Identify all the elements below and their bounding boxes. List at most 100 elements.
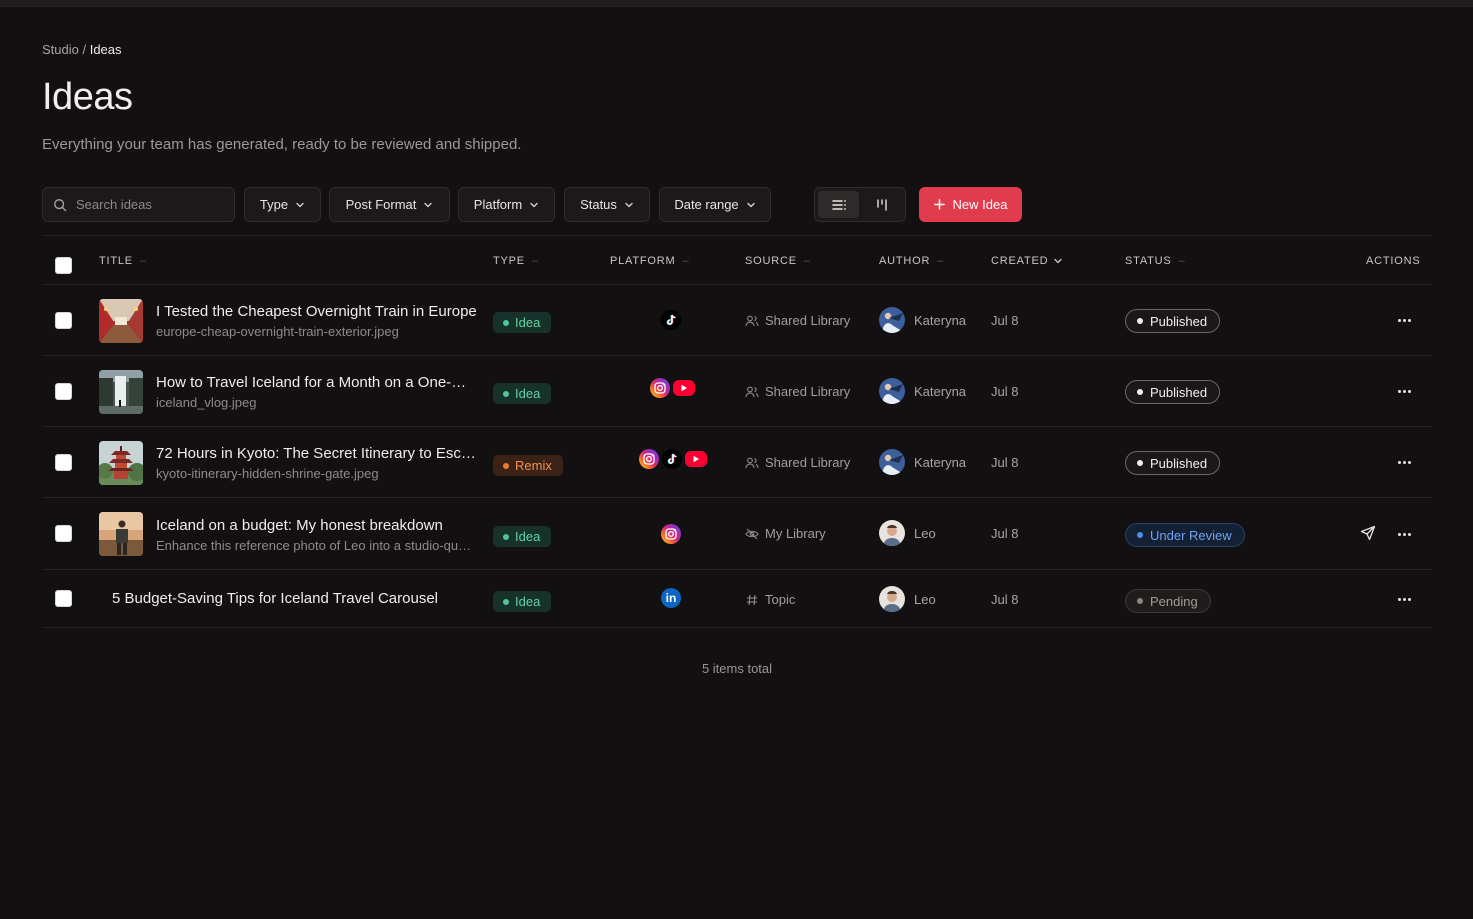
column-created-label: CREATED xyxy=(991,255,1049,267)
status-badge: Published xyxy=(1125,380,1221,404)
thumbnail-waterfall xyxy=(99,370,143,414)
type-badge-label: Idea xyxy=(515,386,541,401)
breadcrumb: Studio / Ideas xyxy=(42,42,122,57)
column-type[interactable]: TYPE – xyxy=(493,236,539,286)
chevron-down-icon xyxy=(296,202,304,207)
filter-post-format-button[interactable]: Post Format xyxy=(329,187,450,222)
filter-type-label: Type xyxy=(259,197,289,212)
badge-dot xyxy=(503,319,509,326)
search-box[interactable] xyxy=(42,187,235,222)
author-cell: Leo xyxy=(879,586,936,612)
status-dot xyxy=(1137,532,1143,538)
more-actions-icon[interactable] xyxy=(1393,526,1415,542)
breadcrumb-ideas: Ideas xyxy=(89,42,122,57)
users-icon xyxy=(745,457,759,468)
tiktok-icon xyxy=(661,310,681,330)
badge-dot xyxy=(503,533,509,540)
created-date: Jul 8 xyxy=(991,384,1019,399)
table-row[interactable]: 5 Budget-Saving Tips for Iceland Travel … xyxy=(42,570,1432,628)
row-checkbox[interactable] xyxy=(55,383,72,400)
filter-platform-label: Platform xyxy=(473,197,523,212)
column-created[interactable]: CREATED xyxy=(991,236,1063,286)
page-title: Ideas xyxy=(42,76,133,118)
row-checkbox[interactable] xyxy=(55,312,72,329)
created-date: Jul 8 xyxy=(991,455,1019,470)
status-badge: Pending xyxy=(1125,589,1211,613)
type-badge-label: Idea xyxy=(515,594,541,609)
status-label: Published xyxy=(1150,455,1208,471)
filter-date-range-label: Date range xyxy=(674,197,739,212)
eye-off-icon xyxy=(745,528,759,539)
thumbnail-pagoda xyxy=(99,441,143,485)
table-header: TITLE – TYPE – PLATFORM – SOURCE – AUTHOR – C… xyxy=(42,235,1432,285)
table-row[interactable]: 72 Hours in Kyoto: The Secret Itinerary … xyxy=(42,427,1432,498)
more-actions-icon[interactable] xyxy=(1393,312,1415,328)
list-view-button[interactable] xyxy=(818,191,859,218)
table-row[interactable]: How to Travel Iceland for a Month on a O… xyxy=(42,356,1432,427)
row-checkbox[interactable] xyxy=(55,590,72,607)
more-actions-icon[interactable] xyxy=(1393,383,1415,399)
row-title[interactable]: I Tested the Cheapest Overnight Train in… xyxy=(156,303,478,320)
column-actions: ACTIONS xyxy=(1366,236,1421,286)
created-date: Jul 8 xyxy=(991,592,1019,607)
page-subtitle: Everything your team has generated, read… xyxy=(42,136,522,153)
column-author[interactable]: AUTHOR – xyxy=(879,236,944,286)
row-title[interactable]: 5 Budget-Saving Tips for Iceland Travel … xyxy=(112,590,472,607)
author-name: Kateryna xyxy=(914,454,967,470)
source-cell: My Library xyxy=(745,526,826,541)
youtube-icon xyxy=(673,380,695,396)
users-icon xyxy=(745,315,759,326)
created-date: Jul 8 xyxy=(991,526,1019,541)
filter-date-range-button[interactable]: Date range xyxy=(659,187,771,222)
row-checkbox[interactable] xyxy=(55,525,72,542)
row-title[interactable]: 72 Hours in Kyoto: The Secret Itinerary … xyxy=(156,445,478,462)
sort-dash-icon: – xyxy=(1178,255,1186,267)
badge-dot xyxy=(503,390,509,397)
filter-status-button[interactable]: Status xyxy=(564,187,650,222)
column-title[interactable]: TITLE – xyxy=(99,236,147,286)
avatar xyxy=(879,307,905,333)
more-actions-icon[interactable] xyxy=(1393,591,1415,607)
more-actions-icon[interactable] xyxy=(1393,454,1415,470)
breadcrumb-studio[interactable]: Studio xyxy=(42,42,79,57)
linkedin-glyph: in xyxy=(665,591,677,605)
list-icon xyxy=(831,199,846,210)
filter-type-button[interactable]: Type xyxy=(244,187,321,222)
filter-platform-button[interactable]: Platform xyxy=(458,187,555,222)
created-date: Jul 8 xyxy=(991,313,1019,328)
board-view-button[interactable] xyxy=(861,191,902,218)
platform-icons xyxy=(650,378,695,398)
plus-icon xyxy=(933,199,945,210)
column-title-label: TITLE xyxy=(99,255,133,267)
row-checkbox[interactable] xyxy=(55,454,72,471)
chevron-down-icon xyxy=(530,202,538,207)
source-cell: Shared Library xyxy=(745,455,850,470)
source-label: Shared Library xyxy=(765,313,851,328)
author-cell: Kateryna xyxy=(879,449,966,475)
view-toggle xyxy=(814,187,906,222)
select-all-checkbox[interactable] xyxy=(55,257,72,274)
status-dot xyxy=(1137,389,1143,395)
column-actions-label: ACTIONS xyxy=(1366,255,1421,267)
row-title[interactable]: How to Travel Iceland for a Month on a O… xyxy=(156,374,478,391)
chevron-down-icon xyxy=(1054,258,1063,264)
column-platform[interactable]: PLATFORM – xyxy=(610,236,689,286)
badge-dot xyxy=(503,598,509,605)
row-title[interactable]: Iceland on a budget: My honest breakdown xyxy=(156,517,478,534)
author-cell: Leo xyxy=(879,520,936,546)
source-label: My Library xyxy=(765,526,826,541)
column-source[interactable]: SOURCE – xyxy=(745,236,811,286)
status-dot xyxy=(1137,318,1143,324)
table-row[interactable]: Iceland on a budget: My honest breakdown… xyxy=(42,498,1432,570)
chevron-down-icon xyxy=(746,202,755,207)
items-total: 5 items total xyxy=(701,661,773,676)
thumbnail-train xyxy=(99,299,143,343)
table-row[interactable]: I Tested the Cheapest Overnight Train in… xyxy=(42,285,1432,356)
source-cell: Shared Library xyxy=(745,384,850,399)
search-input[interactable] xyxy=(76,197,226,212)
column-source-label: SOURCE xyxy=(745,255,797,267)
instagram-icon xyxy=(650,378,670,398)
column-status[interactable]: STATUS – xyxy=(1125,236,1185,286)
send-icon[interactable] xyxy=(1360,525,1376,541)
new-idea-button[interactable]: New Idea xyxy=(919,187,1022,222)
